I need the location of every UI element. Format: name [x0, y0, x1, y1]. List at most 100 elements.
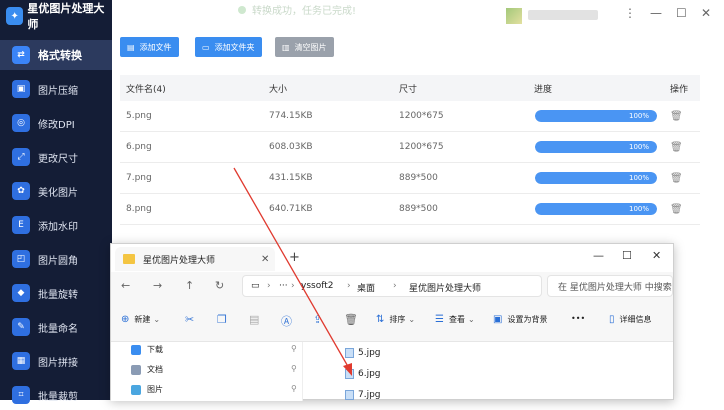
sidebar-item-label: 批量命名: [38, 323, 78, 335]
view-button[interactable]: ☰ 查看 ⌄: [435, 314, 475, 325]
explorer-address-bar: ← → ↑ ↻ ▭ › ··· › yssoft2 › 桌面 › 星优图片处理大…: [111, 272, 673, 300]
chevron-right-icon: ›: [347, 281, 351, 291]
file-explorer-window: 星优图片处理大师 ✕ + — ☐ ✕ ← → ↑ ↻ ▭ › ··· › yss…: [110, 243, 674, 401]
file-name: 6.png: [126, 142, 152, 152]
sidebar-item-label: 添加水印: [38, 221, 78, 233]
paste-icon[interactable]: ▤: [249, 313, 259, 326]
sidebar-item-crop[interactable]: ⌗ 批量裁剪: [0, 380, 112, 410]
explorer-close-icon[interactable]: ✕: [652, 249, 661, 262]
delete-icon[interactable]: 🗑: [670, 204, 683, 215]
new-button[interactable]: ⊕ 新建 ⌄: [121, 314, 160, 325]
rounded-corner-icon: ◰: [12, 250, 30, 268]
minimize-icon[interactable]: —: [650, 6, 662, 20]
add-folder-button[interactable]: ▭ 添加文件夹: [195, 37, 262, 57]
breadcrumb-item[interactable]: yssoft2: [301, 281, 333, 291]
maximize-icon[interactable]: ☐: [676, 6, 687, 20]
quick-access-pictures[interactable]: 图片: [131, 384, 163, 395]
new-label: 新建: [134, 315, 151, 324]
sidebar-item-format-convert[interactable]: ⇄ 格式转换: [0, 40, 112, 70]
progress-bar: 100%: [535, 172, 657, 184]
file-table: 文件名(4) 大小 尺寸 进度 操作 5.png 774.15KB 1200*6…: [120, 75, 700, 225]
watermark-icon: E: [12, 216, 30, 234]
add-file-button[interactable]: ▤ 添加文件: [120, 37, 179, 57]
explorer-maximize-icon[interactable]: ☐: [622, 249, 632, 262]
breadcrumb-item[interactable]: 桌面: [357, 281, 375, 294]
quick-access-label: 文档: [147, 365, 163, 374]
navigation-pane: 下载 ⚲ 文档 ⚲ 图片 ⚲: [111, 342, 303, 401]
details-button[interactable]: ▯ 详细信息: [609, 314, 652, 325]
close-icon[interactable]: ✕: [701, 6, 711, 20]
clear-images-button[interactable]: ▥ 清空图片: [275, 37, 334, 57]
rename-icon[interactable]: Ⓐ: [281, 313, 292, 329]
quick-access-label: 图片: [147, 385, 163, 394]
sidebar-item-watermark[interactable]: E 添加水印: [0, 210, 112, 240]
progress-bar: 100%: [535, 110, 657, 122]
chevron-right-icon: ›: [393, 281, 397, 291]
crop-icon: ⌗: [12, 386, 30, 404]
monitor-icon: ▭: [251, 281, 260, 291]
header-action: 操作: [670, 84, 689, 95]
header-progress: 进度: [534, 84, 553, 95]
app-title: 星优图片处理大师: [27, 2, 105, 31]
more-crumbs[interactable]: ···: [279, 281, 288, 291]
progress-fill: 100%: [535, 172, 657, 184]
file-item[interactable]: 5.jpg: [345, 348, 381, 358]
explorer-search-input[interactable]: 在 星优图片处理大师 中搜索: [547, 275, 673, 297]
address-input[interactable]: ▭ › ··· › yssoft2 › 桌面 › 星优图片处理大师: [242, 275, 542, 297]
sidebar-item-compress[interactable]: ▣ 图片压缩: [0, 74, 112, 104]
copy-icon[interactable]: ❐: [217, 313, 227, 326]
app-brand: ✦ 星优图片处理大师: [0, 0, 112, 32]
sidebar-item-rotate[interactable]: ◆ 批量旋转: [0, 278, 112, 308]
view-label: 查看: [448, 315, 465, 324]
new-tab-icon[interactable]: +: [289, 250, 300, 265]
delete-icon[interactable]: 🗑: [670, 173, 683, 184]
menu-icon[interactable]: ⋮: [624, 6, 636, 20]
tab-close-icon[interactable]: ✕: [261, 254, 269, 265]
set-background-button[interactable]: ▣ 设置为背景: [493, 314, 547, 325]
file-item[interactable]: 6.jpg: [345, 369, 381, 379]
delete-icon[interactable]: 🗑: [670, 142, 683, 153]
download-icon: [131, 344, 141, 355]
file-item[interactable]: 7.jpg: [345, 390, 381, 400]
sidebar-item-stitch[interactable]: ▦ 图片拼接: [0, 346, 112, 376]
more-options-button[interactable]: •••: [571, 314, 585, 323]
file-item-name: 6.jpg: [358, 369, 381, 379]
share-icon[interactable]: ⇪: [313, 313, 322, 326]
delete-icon[interactable]: 🗑: [670, 111, 683, 122]
refresh-icon[interactable]: ↻: [215, 279, 224, 292]
back-icon[interactable]: ←: [121, 279, 130, 292]
chevron-right-icon: ›: [291, 281, 295, 291]
explorer-tab[interactable]: 星优图片处理大师 ✕: [115, 247, 275, 271]
chevron-right-icon: ›: [267, 281, 271, 291]
file-size: 431.15KB: [269, 173, 313, 183]
sidebar-item-beautify[interactable]: ✿ 美化图片: [0, 176, 112, 206]
delete-icon[interactable]: 🗑: [344, 313, 358, 326]
explorer-minimize-icon[interactable]: —: [593, 249, 604, 262]
file-size: 774.15KB: [269, 111, 313, 121]
sort-icon: ⇅: [376, 314, 385, 325]
up-icon[interactable]: ↑: [185, 279, 194, 292]
sidebar-item-rounded-corner[interactable]: ◰ 图片圆角: [0, 244, 112, 274]
sidebar-item-label: 图片拼接: [38, 357, 78, 369]
cut-icon[interactable]: ✂: [185, 313, 194, 326]
file-dimensions: 889*500: [399, 204, 438, 214]
file-item-name: 5.jpg: [358, 348, 381, 358]
chevron-down-icon: ⌄: [153, 315, 161, 324]
breadcrumb-item[interactable]: 星优图片处理大师: [409, 281, 481, 294]
sidebar-item-dpi[interactable]: ◎ 修改DPI: [0, 108, 112, 138]
sidebar-item-resize[interactable]: ⤢ 更改尺寸: [0, 142, 112, 172]
file-size: 640.71KB: [269, 204, 313, 214]
quick-access-documents[interactable]: 文档: [131, 364, 163, 375]
more-label: •••: [571, 314, 586, 323]
sidebar-item-rename[interactable]: ✎ 批量命名: [0, 312, 112, 342]
sort-button[interactable]: ⇅ 排序 ⌄: [376, 314, 415, 325]
file-dimensions: 1200*675: [399, 142, 444, 152]
avatar[interactable]: [506, 8, 522, 24]
table-row: 6.png 608.03KB 1200*675 100% 🗑: [120, 132, 700, 163]
forward-icon[interactable]: →: [153, 279, 162, 292]
quick-access-downloads[interactable]: 下载: [131, 344, 163, 355]
pin-icon: ⚲: [291, 344, 297, 353]
toast-text: 转换成功，任务已完成!: [252, 6, 357, 17]
folder-icon: [123, 254, 135, 264]
table-row: 8.png 640.71KB 889*500 100% 🗑: [120, 194, 700, 225]
